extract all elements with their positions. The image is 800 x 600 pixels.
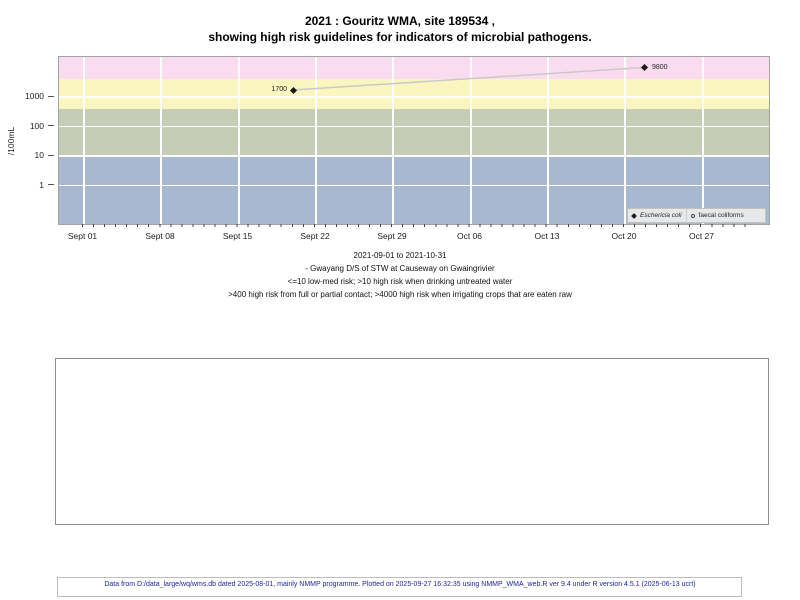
legend: Eschericia coli faecal coliforms [627,208,766,223]
caption-guideline-contact: >400 high risk from full or partial cont… [0,288,800,301]
trend-line [59,57,769,224]
x-tick-sept15: Sept 15 [208,231,268,241]
x-tick-sept08: Sept 08 [130,231,190,241]
chart-caption: 2021-09-01 to 2021-10-31 - Gwayang D/S o… [0,249,800,301]
chart-title-line2: showing high risk guidelines for indicat… [0,29,800,45]
x-tick-sept22: Sept 22 [285,231,345,241]
caption-guideline-drinking: <=10 low-med risk; >10 high risk when dr… [0,275,800,288]
filled-diamond-icon [631,213,637,219]
x-axis-ticks [82,224,747,227]
y-tick-1000: 1000 [12,91,44,101]
x-tick-oct06: Oct 06 [440,231,500,241]
data-point-label: 1700 [263,86,287,93]
y-tick-mark [48,96,54,97]
y-tick-1: 1 [12,180,44,190]
y-tick-10: 10 [12,150,44,160]
legend-item-faecal: faecal coliforms [686,209,748,222]
y-tick-mark [48,125,54,126]
legend-label-faecal: faecal coliforms [699,212,744,219]
data-point-label: 9800 [652,64,668,71]
y-tick-mark [48,155,54,156]
chart-page: 2021 : Gouritz WMA, site 189534 , showin… [0,0,800,600]
x-tick-sept29: Sept 29 [362,231,422,241]
legend-label-ecoli: Eschericia coli [640,212,682,219]
y-tick-100: 100 [12,121,44,131]
legend-item-ecoli: Eschericia coli [628,209,686,222]
plot-area: 1700 9800 Eschericia coli faecal colifor… [58,56,770,225]
caption-date-range: 2021-09-01 to 2021-10-31 [0,249,800,262]
caption-site-name: - Gwayang D/S of STW at Causeway on Gwai… [0,262,800,275]
x-tick-sept01: Sept 01 [53,231,113,241]
y-tick-mark [48,184,54,185]
chart-title-line1: 2021 : Gouritz WMA, site 189534 , [0,13,800,29]
footer-text: Data from D:/data_large/wq/wms.db dated … [0,581,800,588]
empty-panel [55,358,769,525]
chart-title: 2021 : Gouritz WMA, site 189534 , showin… [0,13,800,45]
x-tick-oct20: Oct 20 [594,231,654,241]
open-circle-icon [691,214,695,218]
x-tick-oct13: Oct 13 [517,231,577,241]
x-tick-oct27: Oct 27 [672,231,732,241]
